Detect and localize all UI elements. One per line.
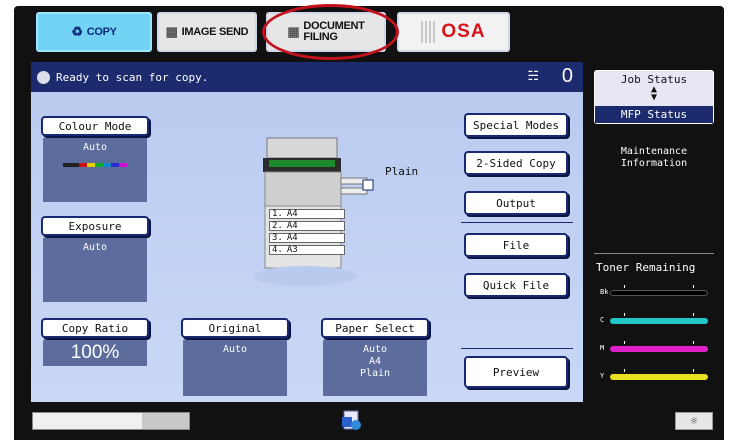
- tab-document-filing[interactable]: ▦ DOCUMENT FILING: [266, 12, 386, 52]
- special-modes-button[interactable]: Special Modes: [464, 113, 568, 137]
- toner-black: Bk: [600, 285, 708, 301]
- colour-mode-label: Colour Mode: [58, 119, 132, 133]
- osa-logo: OSA: [441, 21, 486, 42]
- copy-ratio-value: 100%: [70, 342, 120, 363]
- mfp-status-label: MFP Status: [595, 106, 713, 123]
- toner-black-bar: [610, 290, 708, 296]
- toner-ticks: [624, 285, 694, 288]
- divider: [461, 222, 573, 223]
- brightness-button[interactable]: ☼: [675, 412, 713, 430]
- preview-button[interactable]: Preview: [464, 356, 568, 388]
- tray-4-number: 4.: [272, 245, 283, 255]
- copy-job-icon[interactable]: [341, 409, 363, 433]
- maintenance-label-2: Information: [620, 158, 688, 169]
- side-divider: [594, 253, 714, 254]
- tab-document-filing-label-2: FILING: [303, 31, 338, 43]
- toner-black-label: Bk: [600, 288, 609, 296]
- toner-yellow: Y: [600, 369, 708, 385]
- special-modes-label: Special Modes: [472, 118, 560, 132]
- copy-ratio-panel: 100%: [43, 340, 147, 366]
- toner-ticks: [624, 313, 694, 316]
- colour-mode-panel: Auto: [43, 138, 147, 202]
- tray-1-size: A4: [286, 209, 298, 219]
- toner-magenta-label: M: [600, 344, 605, 352]
- toner-magenta: M: [600, 341, 708, 357]
- document-filing-icon: ▦: [287, 24, 300, 39]
- toner-remaining-label: Toner Remaining: [596, 261, 696, 274]
- tray-3-number: 3.: [272, 233, 283, 243]
- tray-2-number: 2.: [272, 221, 283, 231]
- copy-icon: ♻: [71, 24, 83, 39]
- toner-cyan-bar: [610, 318, 708, 324]
- two-sided-copy-button[interactable]: 2-Sided Copy: [464, 151, 568, 175]
- original-label: Original: [208, 321, 262, 335]
- paper-select-panel: Auto A4 Plain: [323, 340, 427, 396]
- toner-cyan-label: C: [600, 316, 605, 324]
- tray-2-size: A4: [286, 221, 298, 231]
- tab-osa[interactable]: OSA: [397, 12, 510, 52]
- paper-select-value-1: Auto: [362, 344, 388, 355]
- paper-select-label: Paper Select: [335, 321, 415, 335]
- copy-count: 0: [561, 65, 573, 87]
- toner-cyan: C: [600, 313, 708, 329]
- tab-image-send[interactable]: ▩ IMAGE SEND: [157, 12, 257, 52]
- copy-ratio-button[interactable]: Copy Ratio: [41, 318, 149, 338]
- tab-copy-label: COPY: [86, 26, 117, 38]
- tab-copy[interactable]: ♻ COPY: [36, 12, 152, 52]
- job-status-button[interactable]: Job Status ▲ ▼ MFP Status: [594, 70, 714, 124]
- paper-select-value-2: A4: [368, 356, 382, 367]
- image-send-icon: ▩: [165, 24, 178, 39]
- quick-file-label: Quick File: [482, 278, 550, 292]
- output-button[interactable]: Output: [464, 191, 568, 215]
- maintenance-label-1: Maintenance: [620, 146, 688, 157]
- tray-3: 3. A4: [269, 233, 345, 243]
- tray-1-number: 1.: [272, 209, 283, 219]
- original-panel: Auto: [183, 340, 287, 396]
- status-message: Ready to scan for copy.: [56, 70, 209, 84]
- scanner-icon: [37, 70, 50, 84]
- tab-image-send-label: IMAGE SEND: [181, 26, 249, 38]
- osa-stripes-icon: [421, 21, 438, 43]
- toner-magenta-bar: [610, 346, 708, 352]
- toner-ticks: [624, 341, 694, 344]
- up-down-arrow-icon: ▲ ▼: [650, 84, 658, 103]
- tray-2: 2. A4: [269, 221, 345, 231]
- tray-4-size: A3: [286, 245, 298, 255]
- exposure-value: Auto: [82, 242, 108, 253]
- quick-file-button[interactable]: Quick File: [464, 273, 568, 297]
- copy-ratio-label: Copy Ratio: [61, 321, 129, 335]
- paper-select-value-3: Plain: [359, 368, 391, 379]
- exposure-button[interactable]: Exposure: [41, 216, 149, 236]
- file-button[interactable]: File: [464, 233, 568, 257]
- status-bar: Ready to scan for copy. ☵ 0: [31, 62, 583, 92]
- divider: [461, 348, 573, 349]
- paper-select-button[interactable]: Paper Select: [321, 318, 429, 338]
- output-label: Output: [496, 196, 536, 210]
- tray-3-size: A4: [286, 233, 298, 243]
- paper-type-label: Plain: [385, 165, 419, 178]
- tray-4: 4. A3: [269, 245, 345, 255]
- preview-label: Preview: [492, 365, 540, 379]
- screen-scroll-slider[interactable]: [32, 412, 190, 430]
- original-value: Auto: [222, 344, 248, 355]
- colour-mode-button[interactable]: Colour Mode: [41, 116, 149, 136]
- tray-1: 1. A4: [269, 209, 345, 219]
- maintenance-information-button[interactable]: Maintenance Information: [592, 146, 716, 170]
- original-button[interactable]: Original: [181, 318, 289, 338]
- sun-icon: ☼: [690, 414, 698, 428]
- copies-icon: ☵: [527, 69, 539, 84]
- exposure-panel: Auto: [43, 238, 147, 302]
- two-sided-copy-label: 2-Sided Copy: [476, 156, 556, 170]
- toner-yellow-label: Y: [600, 372, 605, 380]
- colour-swatch-bar: [43, 163, 147, 167]
- toner-yellow-bar: [610, 374, 708, 380]
- exposure-label: Exposure: [68, 219, 122, 233]
- file-label: File: [502, 238, 530, 252]
- copy-main-panel: Ready to scan for copy. ☵ 0 Colour Mode …: [31, 62, 583, 402]
- toner-ticks: [624, 369, 694, 372]
- colour-mode-value: Auto: [82, 142, 108, 153]
